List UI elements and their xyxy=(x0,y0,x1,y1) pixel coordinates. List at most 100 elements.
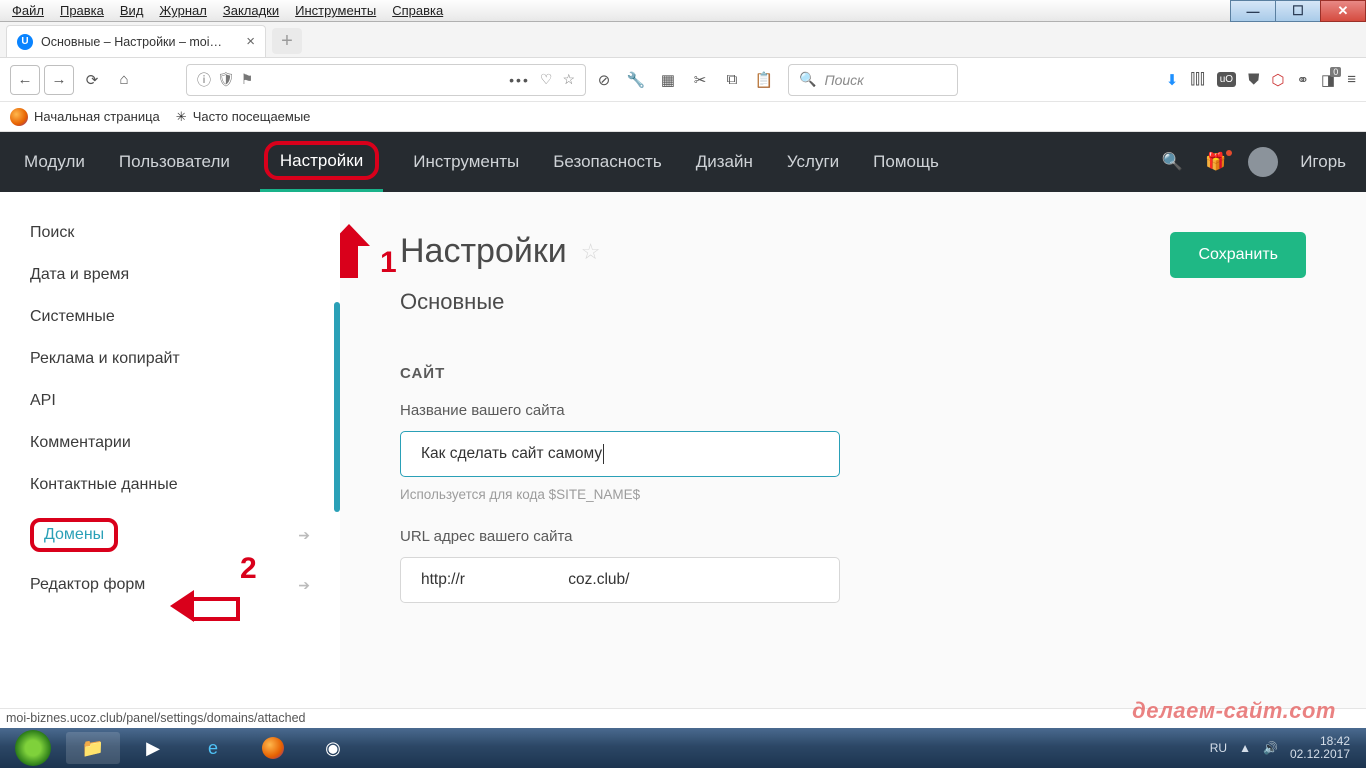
site-url-value: http://r coz.club/ xyxy=(421,571,629,589)
taskbar-explorer[interactable]: 📁 xyxy=(66,732,120,764)
bookmark-most-visited[interactable]: ✳ Часто посещаемые xyxy=(176,109,311,125)
gear-icon: ✳ xyxy=(176,109,187,125)
hamburger-menu-icon[interactable]: ≡ xyxy=(1347,71,1356,88)
sidebar-item-search[interactable]: Поиск xyxy=(0,212,340,254)
cut-icon[interactable]: ✂ xyxy=(686,66,714,94)
site-name-label: Название вашего сайта xyxy=(400,402,1306,419)
firefox-logo-icon xyxy=(10,108,28,126)
annotation-ring-1: Настройки xyxy=(264,141,379,180)
sidebar-toggle-icon[interactable]: ◨ xyxy=(1321,71,1335,89)
taskbar-mediaplayer[interactable]: ▶ xyxy=(126,732,180,764)
library-icon[interactable]: ⫿⫿⫿ xyxy=(1190,71,1204,88)
menu-edit[interactable]: Правка xyxy=(52,1,112,20)
site-url-input[interactable]: http://r coz.club/ xyxy=(400,557,840,603)
grid-icon[interactable]: ▦ xyxy=(654,66,682,94)
favorite-star-icon[interactable]: ☆ xyxy=(581,239,601,265)
page-subtitle: Основные xyxy=(400,289,1306,315)
new-tab-button[interactable]: + xyxy=(272,28,302,54)
browser-tabstrip: U Основные – Настройки – moi… × + xyxy=(0,22,1366,58)
toolbar-right: ⬇ ⫿⫿⫿ uO ⛊ ⬡ ⚭ ◨ ≡ xyxy=(1166,71,1356,89)
url-bar[interactable]: ⓘ 🛡 ⚑ ••• ♡ ☆ xyxy=(186,64,586,96)
ublock-icon[interactable]: uO xyxy=(1217,72,1236,87)
nav-users[interactable]: Пользователи xyxy=(115,134,234,190)
taskbar-chrome[interactable]: ◉ xyxy=(306,732,360,764)
copy-icon[interactable]: ⧉ xyxy=(718,66,746,94)
tracking-shield-icon[interactable]: 🛡 xyxy=(217,71,235,88)
browser-search-bar[interactable]: 🔍 Поиск xyxy=(788,64,958,96)
taskbar-firefox[interactable] xyxy=(246,732,300,764)
nav-services[interactable]: Услуги xyxy=(783,134,843,190)
search-icon: 🔍 xyxy=(799,71,816,88)
sidebar-item-ads[interactable]: Реклама и копирайт xyxy=(0,338,340,380)
home-button[interactable]: ⌂ xyxy=(110,66,138,94)
favicon-icon: U xyxy=(17,34,33,50)
os-menubar[interactable]: Файл Правка Вид Журнал Закладки Инструме… xyxy=(0,0,1366,22)
username[interactable]: Игорь xyxy=(1300,152,1346,172)
tray-lang[interactable]: RU xyxy=(1210,741,1227,755)
info-icon[interactable]: ⓘ xyxy=(197,70,211,90)
site-name-input[interactable]: Как сделать сайт самому xyxy=(400,431,840,477)
back-button[interactable]: ← xyxy=(10,65,40,95)
sidebar-item-system[interactable]: Системные xyxy=(0,296,340,338)
menu-history[interactable]: Журнал xyxy=(151,1,214,20)
forward-button[interactable]: → xyxy=(44,65,74,95)
menu-bookmarks[interactable]: Закладки xyxy=(215,1,287,20)
start-button[interactable] xyxy=(6,732,60,764)
window-maximize-button[interactable]: ☐ xyxy=(1275,0,1321,22)
bookmarks-bar: Начальная страница ✳ Часто посещаемые xyxy=(0,102,1366,132)
sidebar-item-contacts[interactable]: Контактные данные xyxy=(0,464,340,506)
nav-tools[interactable]: Инструменты xyxy=(409,134,523,190)
sidebar-item-api[interactable]: API xyxy=(0,380,340,422)
nav-help[interactable]: Помощь xyxy=(869,134,943,190)
tray-date: 02.12.2017 xyxy=(1290,748,1350,761)
windows-logo-icon xyxy=(15,730,51,766)
bookmark-star-icon[interactable]: ☆ xyxy=(562,71,575,88)
menu-help[interactable]: Справка xyxy=(384,1,451,20)
nav-design[interactable]: Дизайн xyxy=(692,134,757,190)
save-button[interactable]: Сохранить xyxy=(1170,232,1306,278)
shield2-icon[interactable]: ⛊ xyxy=(1248,71,1259,88)
window-minimize-button[interactable]: — xyxy=(1230,0,1276,22)
adblock-icon[interactable]: ⬡ xyxy=(1271,71,1284,89)
sidebar-item-domains[interactable]: Домены ➔ xyxy=(0,506,340,564)
sidebar-item-datetime[interactable]: Дата и время xyxy=(0,254,340,296)
text-caret xyxy=(603,444,604,464)
tray-flag-icon[interactable]: ▲ xyxy=(1239,741,1251,755)
firefox-logo-icon xyxy=(262,737,284,759)
downloads-icon[interactable]: ⬇ xyxy=(1166,71,1179,89)
bookmark-start-page[interactable]: Начальная страница xyxy=(10,108,160,126)
system-tray[interactable]: RU ▲ 🔊 18:42 02.12.2017 xyxy=(1210,735,1360,761)
site-name-value: Как сделать сайт самому xyxy=(421,445,602,463)
menu-file[interactable]: Файл xyxy=(4,1,52,20)
paste-icon[interactable]: 📋 xyxy=(750,66,778,94)
nav-security[interactable]: Безопасность xyxy=(549,134,665,190)
menu-view[interactable]: Вид xyxy=(112,1,152,20)
menu-tools[interactable]: Инструменты xyxy=(287,1,384,20)
annotation-ring-2: Домены xyxy=(30,518,118,552)
nav-settings[interactable]: Настройки xyxy=(260,133,383,192)
window-close-button[interactable]: ✕ xyxy=(1320,0,1366,22)
content-area: Поиск Дата и время Системные Реклама и к… xyxy=(0,192,1366,728)
reload-button[interactable]: ⟳ xyxy=(78,66,106,94)
browser-nav-toolbar: ← → ⟳ ⌂ ⓘ 🛡 ⚑ ••• ♡ ☆ ⊘ 🔧 ▦ ✂ ⧉ 📋 🔍 Поис… xyxy=(0,58,1366,102)
chevron-right-icon: ➔ xyxy=(298,577,310,594)
browser-tab[interactable]: U Основные – Настройки – moi… × xyxy=(6,25,266,57)
tab-close-icon[interactable]: × xyxy=(236,33,255,50)
devtools-icon[interactable]: 🔧 xyxy=(622,66,650,94)
window-controls: — ☐ ✕ xyxy=(1231,0,1366,22)
permissions-icon[interactable]: ⚑ xyxy=(241,71,254,88)
site-url-label: URL адрес вашего сайта xyxy=(400,528,1306,545)
sidebar-item-comments[interactable]: Комментарии xyxy=(0,422,340,464)
noscript-icon[interactable]: ⊘ xyxy=(590,66,618,94)
gift-icon[interactable]: 🎁 xyxy=(1205,152,1226,172)
nav-modules[interactable]: Модули xyxy=(20,134,89,190)
site-search-icon[interactable]: 🔍 xyxy=(1162,152,1183,172)
avatar[interactable] xyxy=(1248,147,1278,177)
sync-icon[interactable]: ⚭ xyxy=(1296,71,1309,89)
site-name-hint: Используется для кода $SITE_NAME$ xyxy=(400,487,1306,502)
url-more-icon[interactable]: ••• xyxy=(509,72,530,88)
taskbar-ie[interactable]: e xyxy=(186,732,240,764)
tray-network-icon[interactable]: 🔊 xyxy=(1263,741,1278,755)
pocket-icon[interactable]: ♡ xyxy=(540,71,553,88)
bookmark-label: Часто посещаемые xyxy=(193,109,311,124)
